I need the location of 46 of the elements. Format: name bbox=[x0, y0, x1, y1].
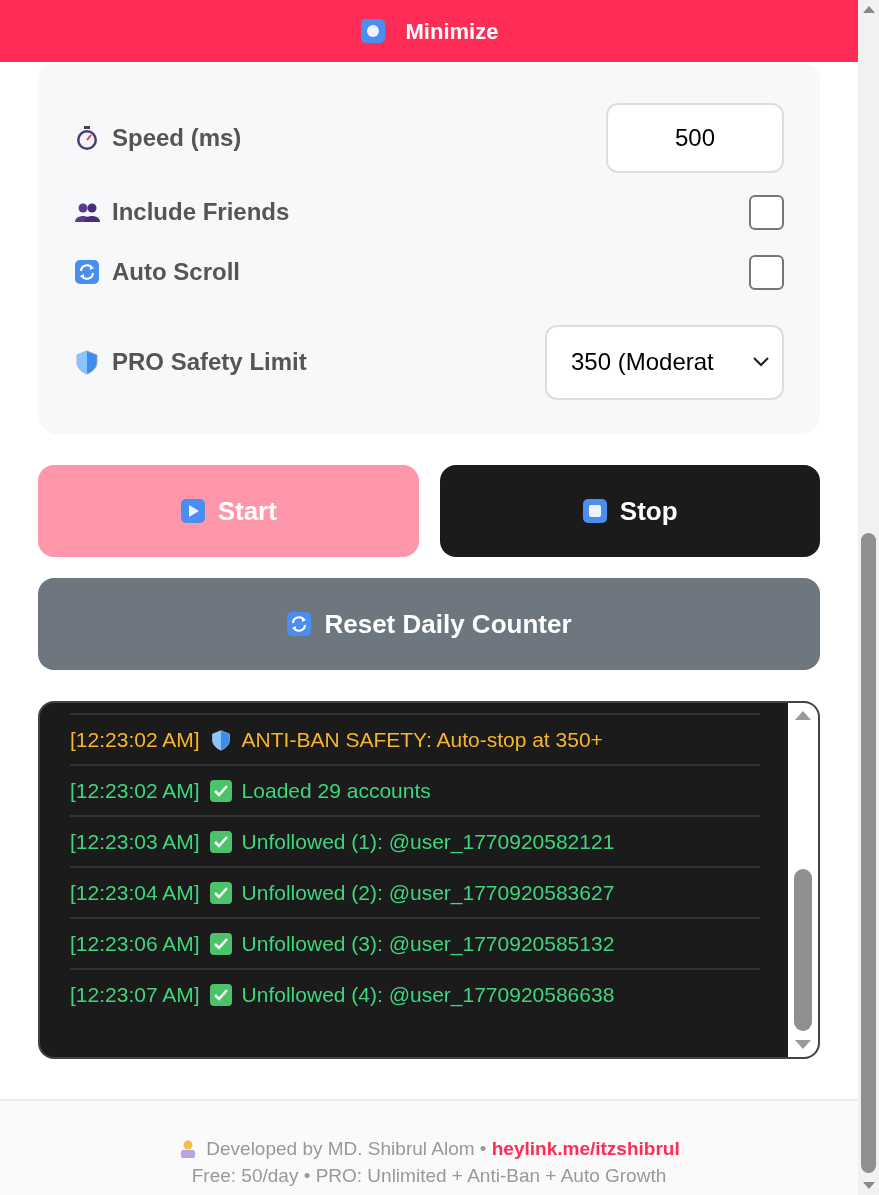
setting-label: Speed (ms) bbox=[112, 122, 242, 153]
scroll-down-icon[interactable] bbox=[794, 1039, 812, 1051]
log-time: [12:23:02 AM] bbox=[70, 777, 200, 804]
plans-text: Free: 50/day • PRO: Unlimited + Anti-Ban + Auto Growth bbox=[191, 1164, 667, 1188]
log-message: Unfollowed (4): @user_1770920586638 bbox=[241, 981, 615, 1009]
setting-label: Include Friends bbox=[112, 197, 290, 227]
setting-label: PRO Safety Limit bbox=[112, 347, 307, 377]
log-message: Unfollowed (2): @user_1770920583627 bbox=[241, 879, 615, 907]
log-time: [12:23:04 AM] bbox=[70, 879, 200, 906]
check-icon bbox=[209, 932, 232, 955]
scroll-thumb[interactable] bbox=[861, 533, 876, 1173]
profile-link[interactable]: heylink.me/itzshibrul bbox=[491, 1138, 680, 1159]
chevron-down-icon bbox=[752, 356, 770, 368]
check-icon bbox=[209, 830, 232, 853]
scroll-up-icon[interactable] bbox=[861, 4, 876, 14]
check-icon bbox=[209, 983, 232, 1006]
refresh-icon bbox=[286, 611, 313, 637]
shield-icon bbox=[209, 728, 232, 751]
record-icon bbox=[359, 18, 386, 44]
minimize-button[interactable]: Minimize bbox=[359, 14, 499, 48]
speed-input[interactable]: 500 bbox=[606, 102, 784, 173]
log-time: [12:23:07 AM] bbox=[70, 981, 200, 1008]
log-time: [12:23:03 AM] bbox=[70, 828, 200, 855]
scroll-up-icon[interactable] bbox=[794, 709, 812, 721]
reset-counter-button[interactable]: Reset Daily Counter bbox=[38, 578, 820, 670]
setting-label: Auto Scroll bbox=[112, 257, 240, 287]
play-icon bbox=[179, 498, 206, 524]
log-message: Unfollowed (1): @user_1770920582121 bbox=[241, 828, 615, 856]
credit-text: Developed by MD. Shibrul Alom • heylink.me/itzshibrul bbox=[206, 1137, 680, 1161]
scroll-down-icon[interactable] bbox=[861, 1181, 876, 1191]
log-time: [12:23:02 AM] bbox=[70, 726, 200, 753]
safety-limit-dropdown[interactable]: 350 (Moderat bbox=[545, 324, 784, 400]
stop-icon bbox=[581, 498, 608, 524]
checkbox[interactable] bbox=[749, 254, 784, 290]
check-icon bbox=[209, 779, 232, 802]
scroll-thumb[interactable] bbox=[794, 869, 812, 1031]
check-icon bbox=[209, 881, 232, 904]
log-message: Loaded 29 accounts bbox=[241, 777, 431, 804]
stopwatch-icon bbox=[74, 124, 100, 151]
log-message: ANTI-BAN SAFETY: Auto-stop at 350+ bbox=[241, 726, 603, 753]
stop-button[interactable]: Stop bbox=[439, 465, 820, 557]
log-time: [12:23:06 AM] bbox=[70, 930, 200, 957]
refresh-icon bbox=[74, 259, 100, 285]
checkbox[interactable] bbox=[749, 194, 784, 230]
log-message: Unfollowed (3): @user_1770920585132 bbox=[241, 930, 615, 958]
shield-icon bbox=[74, 349, 100, 375]
